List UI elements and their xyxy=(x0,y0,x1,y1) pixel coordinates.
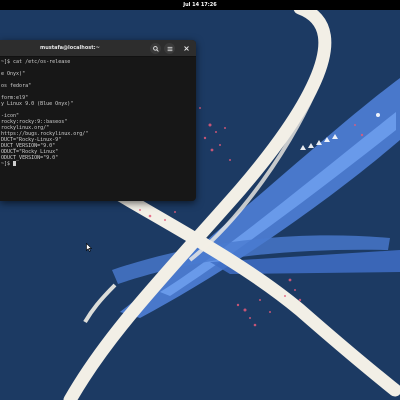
search-button[interactable] xyxy=(150,43,161,54)
terminal-window[interactable]: mustafa@localhost:~ ~]$ cat /etc/os-rele… xyxy=(0,40,196,201)
terminal-line: ~]$ xyxy=(1,161,196,167)
hamburger-icon xyxy=(167,46,172,51)
window-title: mustafa@localhost:~ xyxy=(40,45,100,51)
text-cursor xyxy=(13,161,17,166)
search-icon xyxy=(152,45,159,52)
top-bar: Jul 14 17:26 xyxy=(0,0,400,10)
mouse-pointer-icon xyxy=(86,243,92,252)
clock[interactable]: Jul 14 17:26 xyxy=(183,2,217,8)
close-icon xyxy=(184,46,189,51)
terminal-header-bar[interactable]: mustafa@localhost:~ xyxy=(0,40,196,57)
terminal-output[interactable]: ~]$ cat /etc/os-release e Onyx)" os fedora… xyxy=(0,57,196,167)
close-button[interactable] xyxy=(181,43,192,54)
menu-button[interactable] xyxy=(164,43,175,54)
